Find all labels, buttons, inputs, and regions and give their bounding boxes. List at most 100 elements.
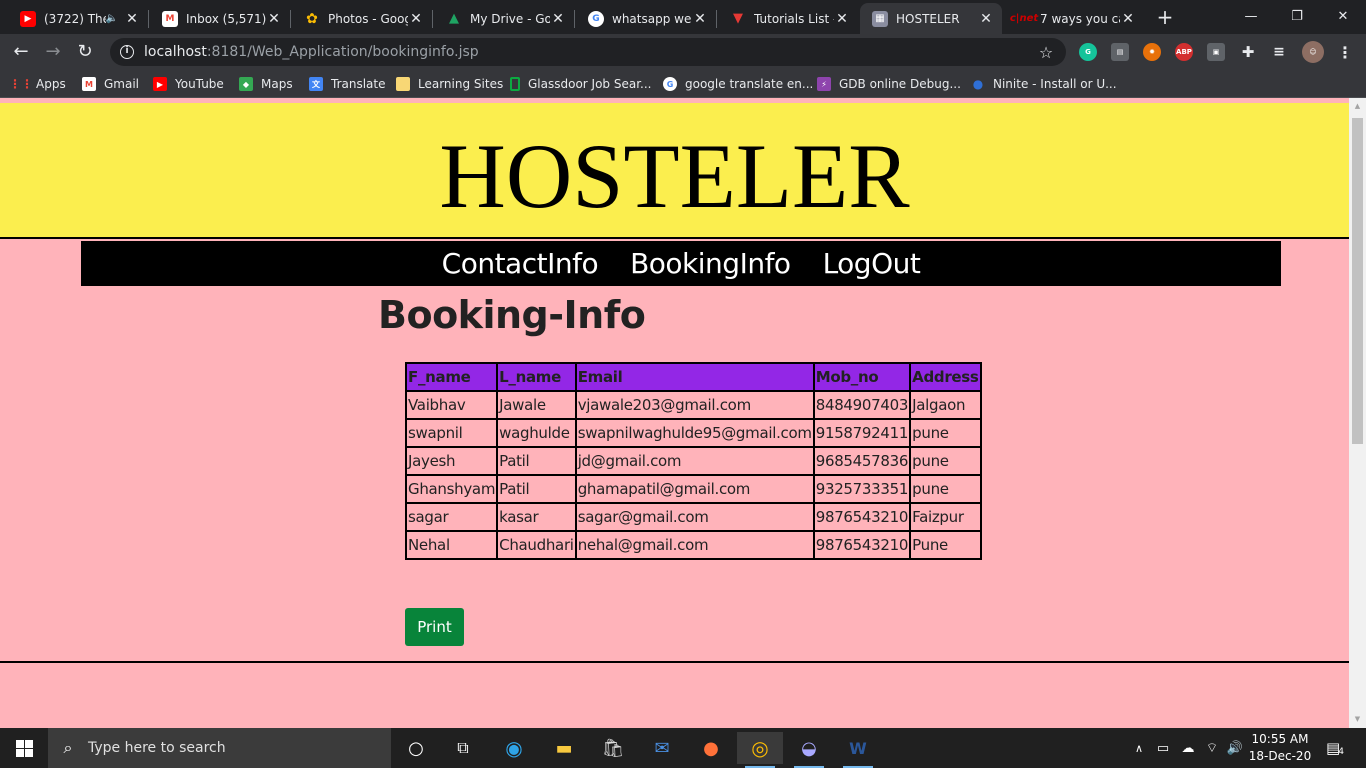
close-icon[interactable]: ✕: [1120, 11, 1136, 27]
cell-fname: swapnil: [404, 418, 499, 448]
tab-cnet[interactable]: c|net 7 ways you ca ✕: [1004, 3, 1144, 34]
bookmark-apps[interactable]: ⋮⋮ Apps: [9, 75, 66, 93]
word-icon[interactable]: W: [835, 732, 881, 768]
page-scrollbar[interactable]: ▲ ▼: [1349, 98, 1366, 728]
browser-toolbar: ← → ↻ i localhost:8181/Web_Application/b…: [0, 34, 1366, 70]
bookmark-google-translate[interactable]: Ggoogle translate en...: [663, 75, 813, 93]
tab-youtube[interactable]: ▶ (3722) The 🔈 ✕: [8, 3, 148, 34]
tab-strip: ▶ (3722) The 🔈 ✕ M Inbox (5,571) - ✕ ✿ P…: [0, 0, 1366, 34]
nav-booking-info[interactable]: BookingInfo: [630, 241, 791, 286]
edge-icon[interactable]: ◉: [491, 732, 537, 764]
eclipse-icon[interactable]: ◒: [786, 732, 832, 768]
translate-icon: 文: [309, 77, 323, 91]
tab-drive[interactable]: ▲ My Drive - Go ✕: [434, 3, 574, 34]
action-center-button[interactable]: ▤ 4: [1320, 728, 1350, 768]
tab-photos[interactable]: ✿ Photos - Goog ✕: [292, 3, 432, 34]
site-header: HOSTELER: [0, 103, 1349, 239]
bookmark-maps[interactable]: ◆ Maps: [239, 75, 293, 93]
close-icon[interactable]: ✕: [266, 11, 282, 27]
bookmark-ninite[interactable]: ● Ninite - Install or U...: [971, 75, 1117, 93]
back-button[interactable]: ←: [8, 39, 34, 65]
nav-contact-info[interactable]: ContactInfo: [442, 241, 599, 286]
tab-tutorials[interactable]: ▼ Tutorials List - ✕: [718, 3, 858, 34]
adblock-plus-icon[interactable]: ABP: [1175, 43, 1193, 61]
profile-avatar[interactable]: ☺: [1302, 41, 1324, 63]
forward-button[interactable]: →: [40, 39, 66, 65]
column-header: F_name: [404, 362, 499, 392]
tab-hosteler[interactable]: ▦ HOSTELER ✕: [860, 3, 1002, 34]
cell-mobile: 9876543210: [812, 502, 912, 532]
cell-email: jd@gmail.com: [574, 446, 815, 476]
cell-fname: Jayesh: [404, 446, 499, 476]
bookmark-youtube[interactable]: ▶ YouTube: [153, 75, 224, 93]
bookmark-translate[interactable]: 文 Translate: [309, 75, 386, 93]
close-window-button[interactable]: ✕: [1320, 0, 1366, 32]
close-icon[interactable]: ✕: [124, 11, 140, 27]
extension-fox-icon[interactable]: ✹: [1143, 43, 1161, 61]
extension-screen-icon[interactable]: ▤: [1111, 43, 1129, 61]
battery-icon[interactable]: ▭: [1153, 728, 1173, 768]
column-header: Email: [574, 362, 815, 392]
bookmark-gdb[interactable]: ⚡ GDB online Debug...: [817, 75, 961, 93]
media-control-icon[interactable]: ≡: [1270, 43, 1288, 61]
page-title: Booking-Info: [378, 293, 646, 337]
grammarly-icon[interactable]: G: [1079, 43, 1097, 61]
speaker-icon[interactable]: 🔈: [106, 13, 118, 24]
restore-button[interactable]: ❐: [1274, 0, 1320, 32]
close-icon[interactable]: ✕: [978, 11, 994, 27]
bookmark-star-icon[interactable]: ☆: [1034, 43, 1058, 62]
close-icon[interactable]: ✕: [550, 11, 566, 27]
scroll-up-arrow-icon[interactable]: ▲: [1349, 98, 1366, 115]
search-placeholder: Type here to search: [88, 740, 226, 756]
ninite-icon: ●: [972, 77, 984, 91]
scroll-down-arrow-icon[interactable]: ▼: [1349, 711, 1366, 728]
store-icon[interactable]: 🛍: [590, 732, 636, 764]
mail-icon[interactable]: ✉: [639, 732, 685, 764]
print-button[interactable]: Print: [405, 608, 464, 646]
tab-whatsapp-web[interactable]: G whatsapp web ✕: [576, 3, 716, 34]
minimize-button[interactable]: —: [1228, 0, 1274, 32]
apps-grid-icon: ⋮⋮: [9, 77, 33, 91]
page-icon: ▦: [872, 10, 888, 27]
show-hidden-icons-chevron-icon[interactable]: ∧: [1130, 728, 1148, 768]
windows-start-button[interactable]: [0, 728, 48, 768]
close-icon[interactable]: ✕: [692, 11, 708, 27]
bookmark-gmail[interactable]: M Gmail: [82, 75, 139, 93]
site-info-icon[interactable]: i: [120, 45, 134, 59]
reload-button[interactable]: ↻: [72, 39, 98, 65]
table-header-row: F_name L_name Email Mob_no Address: [404, 362, 982, 392]
cell-address: pune: [909, 418, 982, 448]
taskbar-search[interactable]: ⌕ Type here to search: [48, 728, 391, 768]
chrome-icon[interactable]: ◎: [737, 732, 783, 768]
extensions-puzzle-icon[interactable]: ✚: [1239, 43, 1257, 61]
taskbar-clock[interactable]: 10:55 AM 18-Dec-20: [1248, 731, 1312, 765]
url-text[interactable]: localhost:8181/Web_Application/bookingin…: [144, 44, 1034, 60]
table-row: Nehal Chaudhari nehal@gmail.com 98765432…: [404, 530, 982, 560]
cnet-icon: c|net: [1009, 13, 1039, 24]
new-tab-button[interactable]: +: [1154, 6, 1176, 28]
cell-email: ghamapatil@gmail.com: [574, 474, 815, 504]
cell-mobile: 9325733351: [812, 474, 912, 504]
scrollbar-thumb[interactable]: [1352, 118, 1363, 444]
youtube-icon: ▶: [153, 77, 167, 91]
extension-window-icon[interactable]: ▣: [1207, 43, 1225, 61]
file-explorer-icon[interactable]: ▬: [541, 732, 587, 764]
bookmark-learning-sites[interactable]: Learning Sites: [396, 75, 503, 93]
cortana-icon[interactable]: ○: [393, 732, 439, 764]
wifi-icon[interactable]: ⌔: [1202, 728, 1222, 768]
onedrive-cloud-icon[interactable]: ☁: [1178, 728, 1198, 768]
nav-logout[interactable]: LogOut: [823, 241, 921, 286]
close-icon[interactable]: ✕: [408, 11, 424, 27]
tab-gmail[interactable]: M Inbox (5,571) - ✕: [150, 3, 290, 34]
task-view-icon[interactable]: ⧉: [440, 732, 486, 764]
glassdoor-icon: [510, 77, 520, 91]
address-bar[interactable]: i localhost:8181/Web_Application/booking…: [110, 38, 1066, 66]
close-icon[interactable]: ✕: [834, 11, 850, 27]
booking-table: F_name L_name Email Mob_no Address Vaibh…: [404, 362, 982, 560]
firefox-icon[interactable]: ●: [688, 732, 734, 764]
cell-fname: Ghanshyam: [404, 474, 499, 504]
menu-kebab-icon[interactable]: ⋮: [1336, 43, 1354, 62]
volume-icon[interactable]: 🔊: [1225, 728, 1245, 768]
bookmark-glassdoor[interactable]: Glassdoor Job Sear...: [510, 75, 651, 93]
cell-email: swapnilwaghulde95@gmail.com: [574, 418, 815, 448]
